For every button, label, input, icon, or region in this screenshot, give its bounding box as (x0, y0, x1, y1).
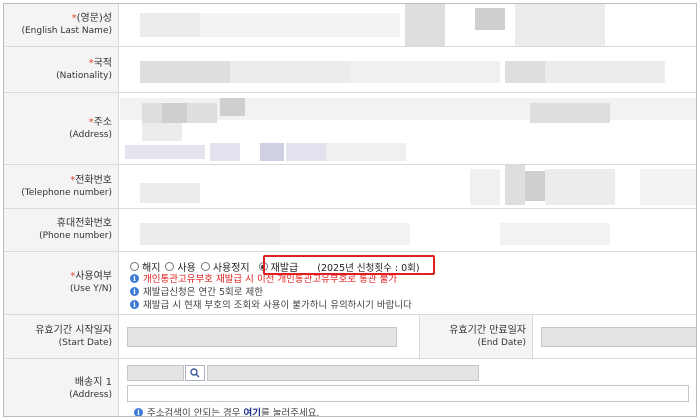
address-help-link[interactable]: 여기 (243, 405, 260, 416)
row-nationality: *국적 (Nationality) (4, 47, 696, 93)
info-notice: i 재발급 시 현재 부호의 조회와 사용이 불가하니 유의하시기 바랍니다 (130, 297, 412, 311)
label-start-date: 유효기간 시작일자 (Start Date) (4, 315, 119, 358)
row-last-name: *(영문)성 (English Last Name) (4, 4, 696, 47)
label-nationality: *국적 (Nationality) (4, 47, 119, 92)
row-phone: 휴대전화번호 (Phone number) (4, 209, 696, 252)
address-value (120, 93, 696, 164)
row-use-yn: *사용여부 (Use Y/N) 해지 사용 사용정지 재발급 (2025년 신청… (4, 252, 696, 315)
label-use-yn: *사용여부 (Use Y/N) (4, 252, 119, 314)
last-name-value (120, 4, 696, 46)
telephone-value (120, 165, 696, 208)
address-help: i 주소검색이 안되는 경우 여기 를 눌러주세요. (134, 405, 319, 416)
label-telephone: *전화번호 (Telephone number) (4, 165, 119, 208)
info-icon: i (134, 407, 143, 416)
address-line1-field[interactable] (207, 365, 479, 381)
use-yn-value: 해지 사용 사용정지 재발급 (2025년 신청횟수 : 0회) i 개인통관고유… (120, 252, 696, 314)
row-address: *주소 (Address) (4, 93, 696, 165)
label-address: *주소 (Address) (4, 93, 119, 164)
address-detail-field[interactable] (127, 385, 689, 402)
nationality-value (120, 47, 696, 92)
personal-info-form: *(영문)성 (English Last Name) *국적 (National… (3, 3, 697, 417)
row-delivery: 배송지 1 (Address) i 주소검색이 안되는 경우 여기 를 눌러주세요. (4, 359, 696, 416)
label-delivery: 배송지 1 (Address) (4, 359, 119, 416)
info-limit: i 재발급신청은 연간 5회로 제한 (130, 284, 263, 298)
radio-button[interactable] (200, 262, 210, 271)
row-validity: 유효기간 시작일자 (Start Date) 유효기간 만료일자 (End Da… (4, 315, 696, 359)
end-date-field[interactable] (541, 327, 696, 347)
row-telephone: *전화번호 (Telephone number) (4, 165, 696, 209)
label-phone: 휴대전화번호 (Phone number) (4, 209, 119, 251)
label-end-date: 유효기간 만료일자 (End Date) (419, 315, 533, 358)
start-date-field[interactable] (127, 327, 397, 347)
search-icon (190, 368, 200, 378)
radio-button[interactable] (130, 262, 139, 271)
zipcode-field[interactable] (127, 365, 184, 381)
info-red-warning: i 개인통관고유부호 재발급 시 이전 개인통관고유부호로 통관 불가 (130, 271, 397, 285)
label-last-name: *(영문)성 (English Last Name) (4, 4, 119, 46)
info-icon: i (130, 299, 139, 309)
radio-button[interactable] (165, 262, 175, 271)
phone-value (120, 209, 696, 251)
info-icon: i (130, 273, 139, 283)
address-search-button[interactable] (185, 365, 205, 381)
info-icon: i (130, 286, 139, 296)
